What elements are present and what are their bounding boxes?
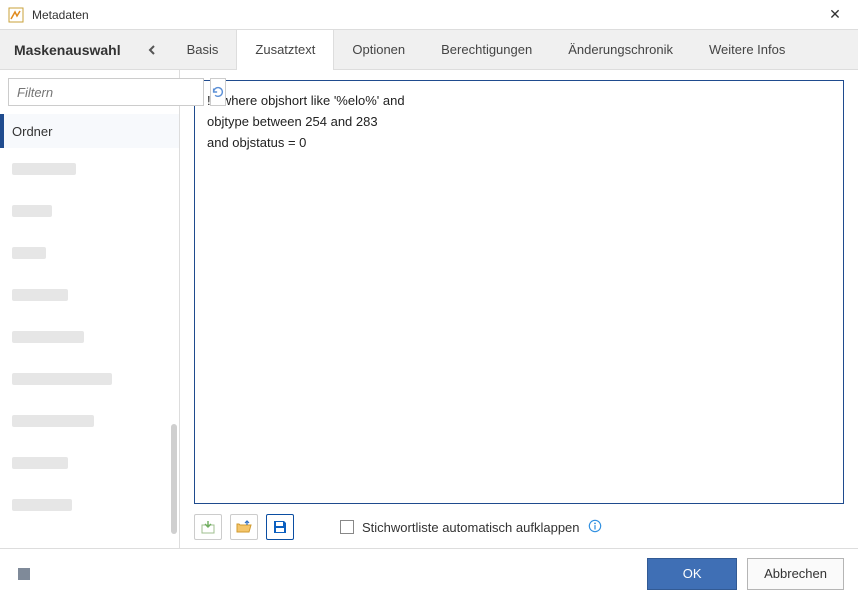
mask-item-ordner[interactable]: Ordner — [0, 114, 179, 148]
mask-item-placeholder — [0, 358, 179, 400]
collapse-sidebar-button[interactable] — [135, 30, 169, 69]
checkbox-icon — [340, 520, 354, 534]
mask-item-placeholder — [0, 484, 179, 526]
import-button[interactable] — [194, 514, 222, 540]
mask-select-header: Maskenauswahl — [0, 30, 135, 69]
editor-toolbar: Stichwortliste automatisch aufklappen — [194, 504, 844, 548]
import-icon — [200, 519, 216, 535]
checkbox-label: Stichwortliste automatisch aufklappen — [362, 520, 580, 535]
title-bar: Metadaten ✕ — [0, 0, 858, 30]
tab-optionen[interactable]: Optionen — [334, 30, 423, 69]
window-title: Metadaten — [32, 8, 820, 22]
additional-text-editor[interactable] — [194, 80, 844, 504]
tab--nderungschronik[interactable]: Änderungschronik — [550, 30, 691, 69]
mask-item-placeholder — [0, 190, 179, 232]
tab-weitere-infos[interactable]: Weitere Infos — [691, 30, 803, 69]
sidebar: Ordner — [0, 70, 180, 548]
tab-zusatztext[interactable]: Zusatztext — [236, 30, 334, 69]
mask-item-placeholder — [0, 316, 179, 358]
auto-expand-keywords-checkbox[interactable]: Stichwortliste automatisch aufklappen — [340, 519, 602, 536]
tab-bar: Maskenauswahl BasisZusatztextOptionenBer… — [0, 30, 858, 70]
ok-button[interactable]: OK — [647, 558, 737, 590]
mask-item-placeholder — [0, 274, 179, 316]
main-area: Ordner — [0, 70, 858, 548]
mask-item-placeholder — [0, 232, 179, 274]
save-button[interactable] — [266, 514, 294, 540]
mask-list: Ordner — [0, 114, 179, 548]
info-icon[interactable] — [588, 519, 602, 536]
status-indicator — [18, 568, 30, 580]
filter-input[interactable] — [8, 78, 204, 106]
mask-item-placeholder — [0, 400, 179, 442]
mask-item-placeholder — [0, 148, 179, 190]
save-icon — [272, 519, 288, 535]
scrollbar-thumb[interactable] — [171, 424, 177, 534]
content-area: Stichwortliste automatisch aufklappen — [180, 70, 858, 548]
tab-berechtigungen[interactable]: Berechtigungen — [423, 30, 550, 69]
reload-button[interactable] — [210, 78, 226, 106]
open-button[interactable] — [230, 514, 258, 540]
footer: OK Abbrechen — [0, 548, 858, 598]
cancel-button[interactable]: Abbrechen — [747, 558, 844, 590]
app-icon — [8, 7, 24, 23]
folder-open-icon — [236, 519, 252, 535]
close-button[interactable]: ✕ — [820, 6, 850, 23]
tab-basis[interactable]: Basis — [169, 30, 237, 69]
reload-icon — [211, 85, 225, 99]
mask-item-placeholder — [0, 442, 179, 484]
